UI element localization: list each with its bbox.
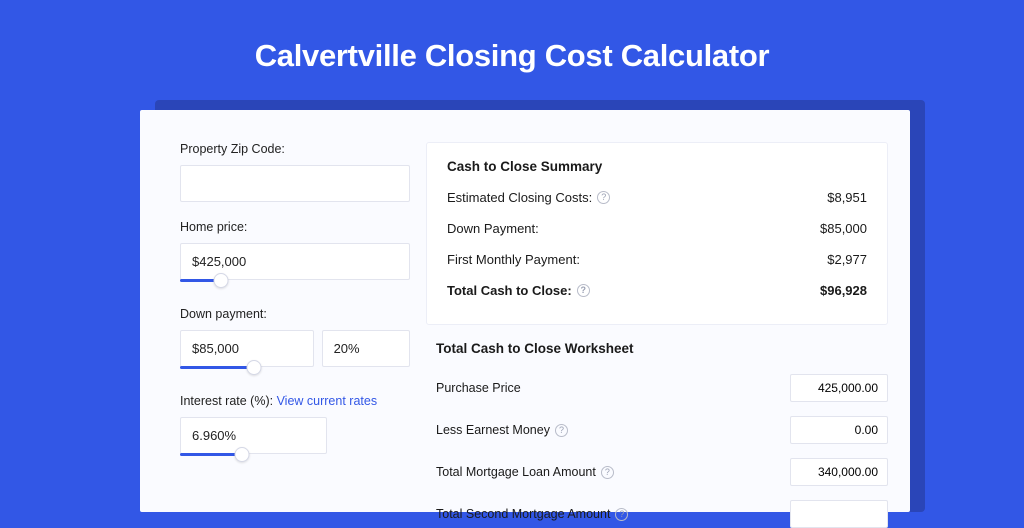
- home-price-slider[interactable]: [180, 279, 410, 289]
- worksheet-row-earnest-money: Less Earnest Money ?: [426, 416, 888, 444]
- summary-value: $85,000: [820, 221, 867, 236]
- help-icon[interactable]: ?: [555, 424, 568, 437]
- summary-title: Cash to Close Summary: [447, 159, 867, 174]
- worksheet-value-input[interactable]: [790, 500, 888, 528]
- summary-label: Down Payment:: [447, 221, 539, 236]
- summary-row-down-payment: Down Payment: $85,000: [447, 221, 867, 236]
- worksheet-value-input[interactable]: [790, 374, 888, 402]
- zip-input[interactable]: [180, 165, 410, 202]
- field-interest-rate: Interest rate (%): View current rates: [180, 394, 410, 463]
- slider-track: [180, 366, 254, 369]
- summary-label: Estimated Closing Costs:: [447, 190, 592, 205]
- worksheet-row-second-mortgage: Total Second Mortgage Amount ?: [426, 500, 888, 528]
- help-icon[interactable]: ?: [615, 508, 628, 521]
- slider-track: [180, 453, 242, 456]
- down-payment-slider[interactable]: [180, 366, 410, 376]
- interest-rate-label: Interest rate (%): View current rates: [180, 394, 410, 408]
- worksheet-value-input[interactable]: [790, 416, 888, 444]
- summary-value: $2,977: [827, 252, 867, 267]
- home-price-label: Home price:: [180, 220, 410, 234]
- slider-thumb[interactable]: [246, 360, 261, 375]
- help-icon[interactable]: ?: [601, 466, 614, 479]
- worksheet-title: Total Cash to Close Worksheet: [436, 341, 888, 356]
- summary-value: $8,951: [827, 190, 867, 205]
- inputs-column: Property Zip Code: Home price: Down paym…: [180, 142, 410, 512]
- slider-thumb[interactable]: [214, 273, 229, 288]
- summary-card: Cash to Close Summary Estimated Closing …: [426, 142, 888, 325]
- summary-label: First Monthly Payment:: [447, 252, 580, 267]
- down-payment-input[interactable]: [180, 330, 314, 367]
- summary-row-closing-costs: Estimated Closing Costs: ? $8,951: [447, 190, 867, 205]
- worksheet-label: Total Second Mortgage Amount: [436, 507, 610, 521]
- worksheet-row-loan-amount: Total Mortgage Loan Amount ?: [426, 458, 888, 486]
- page-title: Calvertville Closing Cost Calculator: [0, 38, 1024, 74]
- results-column: Cash to Close Summary Estimated Closing …: [426, 142, 888, 512]
- calculator-panel: Property Zip Code: Home price: Down paym…: [140, 110, 910, 512]
- zip-label: Property Zip Code:: [180, 142, 410, 156]
- down-payment-pct-input[interactable]: [322, 330, 410, 367]
- field-home-price: Home price:: [180, 220, 410, 289]
- worksheet-label: Purchase Price: [436, 381, 521, 395]
- down-payment-label: Down payment:: [180, 307, 410, 321]
- worksheet-row-purchase-price: Purchase Price: [426, 374, 888, 402]
- help-icon[interactable]: ?: [597, 191, 610, 204]
- interest-rate-input[interactable]: [180, 417, 327, 454]
- worksheet-label: Total Mortgage Loan Amount: [436, 465, 596, 479]
- help-icon[interactable]: ?: [577, 284, 590, 297]
- interest-rate-slider[interactable]: [180, 453, 327, 463]
- slider-thumb[interactable]: [234, 447, 249, 462]
- field-down-payment: Down payment:: [180, 307, 410, 376]
- home-price-input[interactable]: [180, 243, 410, 280]
- view-rates-link[interactable]: View current rates: [277, 394, 378, 408]
- worksheet-label: Less Earnest Money: [436, 423, 550, 437]
- field-zip: Property Zip Code:: [180, 142, 410, 202]
- summary-label: Total Cash to Close:: [447, 283, 572, 298]
- interest-rate-label-text: Interest rate (%):: [180, 394, 277, 408]
- summary-row-total: Total Cash to Close: ? $96,928: [447, 283, 867, 298]
- summary-row-first-payment: First Monthly Payment: $2,977: [447, 252, 867, 267]
- worksheet-value-input[interactable]: [790, 458, 888, 486]
- summary-value: $96,928: [820, 283, 867, 298]
